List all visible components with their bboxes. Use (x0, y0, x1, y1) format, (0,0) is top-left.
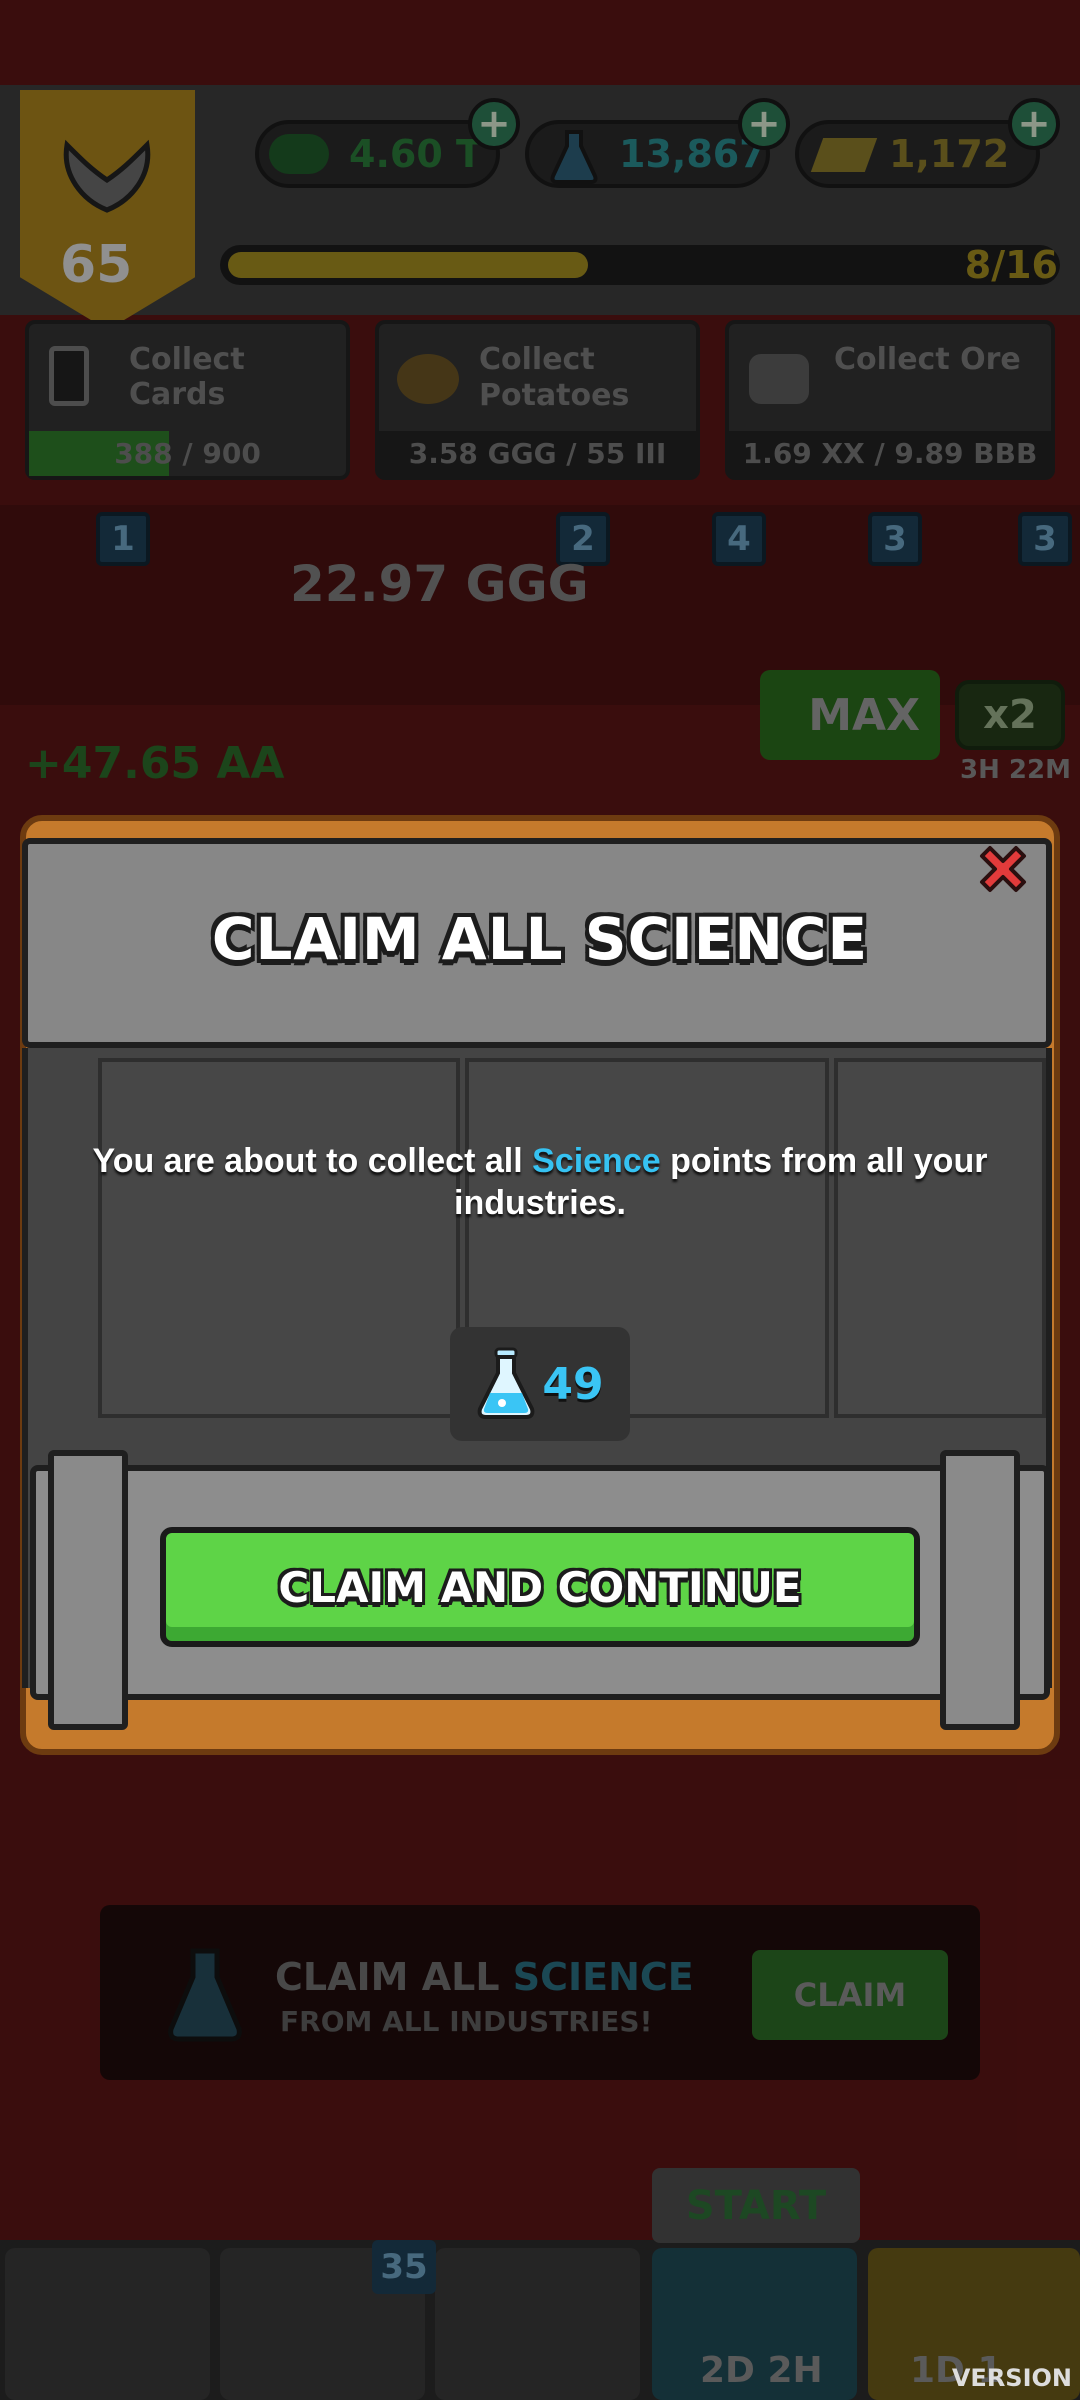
version-label: VERSION (951, 2364, 1072, 2392)
modal-description: You are about to collect all Science poi… (92, 1142, 988, 1222)
reward-value: 49 (542, 1358, 604, 1410)
close-icon (980, 846, 1026, 892)
close-button[interactable] (972, 838, 1034, 900)
flask-icon (478, 1347, 535, 1419)
claim-and-continue-button[interactable]: CLAIM AND CONTINUE (160, 1527, 920, 1647)
frame-post-left (48, 1450, 128, 1730)
metal-panel (98, 1058, 460, 1418)
science-reward: 49 (450, 1327, 630, 1441)
metal-panel (834, 1058, 1046, 1418)
claim-and-continue-label: CLAIM AND CONTINUE (278, 1562, 802, 1612)
frame-post-right (940, 1450, 1020, 1730)
modal-title: CLAIM ALL SCIENCE (211, 905, 869, 973)
